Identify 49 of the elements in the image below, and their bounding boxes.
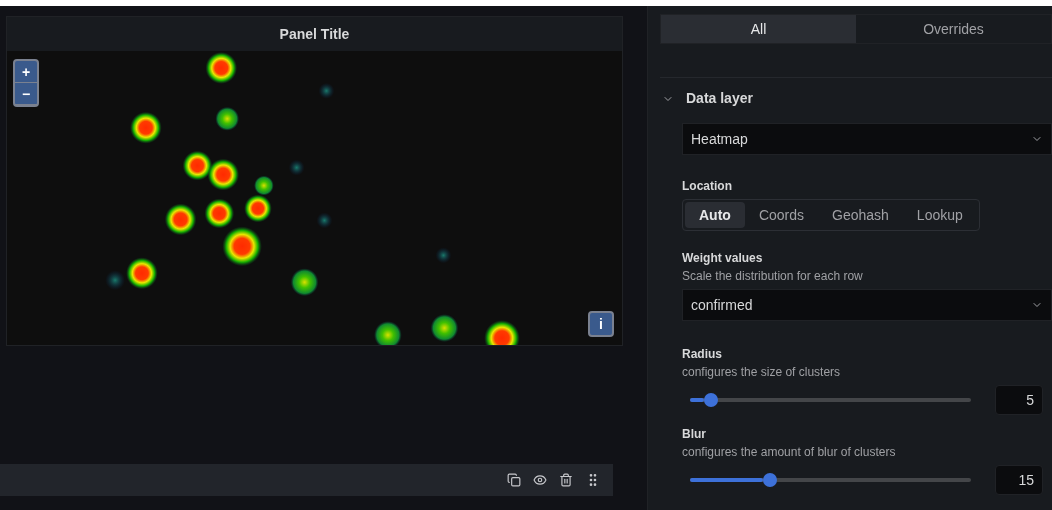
slider[interactable] <box>690 473 971 487</box>
field-label: Location <box>682 178 733 195</box>
number-input[interactable]: 5 <box>995 385 1043 415</box>
slider-handle[interactable] <box>704 393 719 407</box>
slider[interactable] <box>690 393 971 407</box>
heat-spot <box>430 314 459 342</box>
heat-spot <box>164 203 197 236</box>
panel-title: Panel Title <box>279 24 350 44</box>
tab[interactable]: Overrides <box>856 15 1051 43</box>
field-label: Radius <box>682 346 723 363</box>
slider-handle[interactable] <box>763 473 778 487</box>
field-label: Weight values <box>682 250 764 267</box>
field-description: configures the amount of blur of clusters <box>682 444 897 461</box>
heat-spot <box>318 82 335 99</box>
copy-icon[interactable] <box>507 473 521 487</box>
field-label: Blur <box>682 426 707 443</box>
radio-option[interactable]: Auto <box>685 202 745 228</box>
heat-spot <box>244 194 272 223</box>
zoom-out-button[interactable]: − <box>15 83 37 105</box>
heat-spot <box>316 212 333 229</box>
heat-spot <box>374 321 402 345</box>
heat-spot <box>215 106 240 131</box>
heat-spot <box>207 158 240 191</box>
number-input[interactable]: 15 <box>995 465 1043 495</box>
heat-spot <box>254 175 274 196</box>
heat-spot <box>204 198 235 229</box>
tab[interactable]: All <box>661 15 856 43</box>
slider-fill <box>690 398 705 402</box>
radio-option[interactable]: Lookup <box>902 202 977 228</box>
section-title[interactable]: Data layer <box>686 88 753 109</box>
field-description: Scale the distribution for each row <box>682 268 864 285</box>
heat-spot <box>130 111 162 144</box>
heat-spot <box>290 268 319 297</box>
heat-spot <box>435 247 452 264</box>
layer-type-select[interactable]: Heatmap <box>682 123 1052 155</box>
heat-spot <box>222 226 262 267</box>
field-description: configures the size of clusters <box>682 364 842 381</box>
heat-spot <box>182 150 213 181</box>
eye-icon[interactable] <box>533 473 547 487</box>
trash-icon[interactable] <box>559 473 573 487</box>
map[interactable]: + − i <box>7 51 622 345</box>
heat-spot <box>288 159 305 176</box>
heat-spot <box>205 52 238 84</box>
zoom-in-button[interactable]: + <box>15 61 37 83</box>
radio-option[interactable]: Coords <box>744 202 819 228</box>
weight-select[interactable]: confirmed <box>682 289 1052 321</box>
heat-spot <box>484 320 520 345</box>
radio-option[interactable]: Geohash <box>818 202 903 228</box>
info-button[interactable]: i <box>588 311 614 337</box>
